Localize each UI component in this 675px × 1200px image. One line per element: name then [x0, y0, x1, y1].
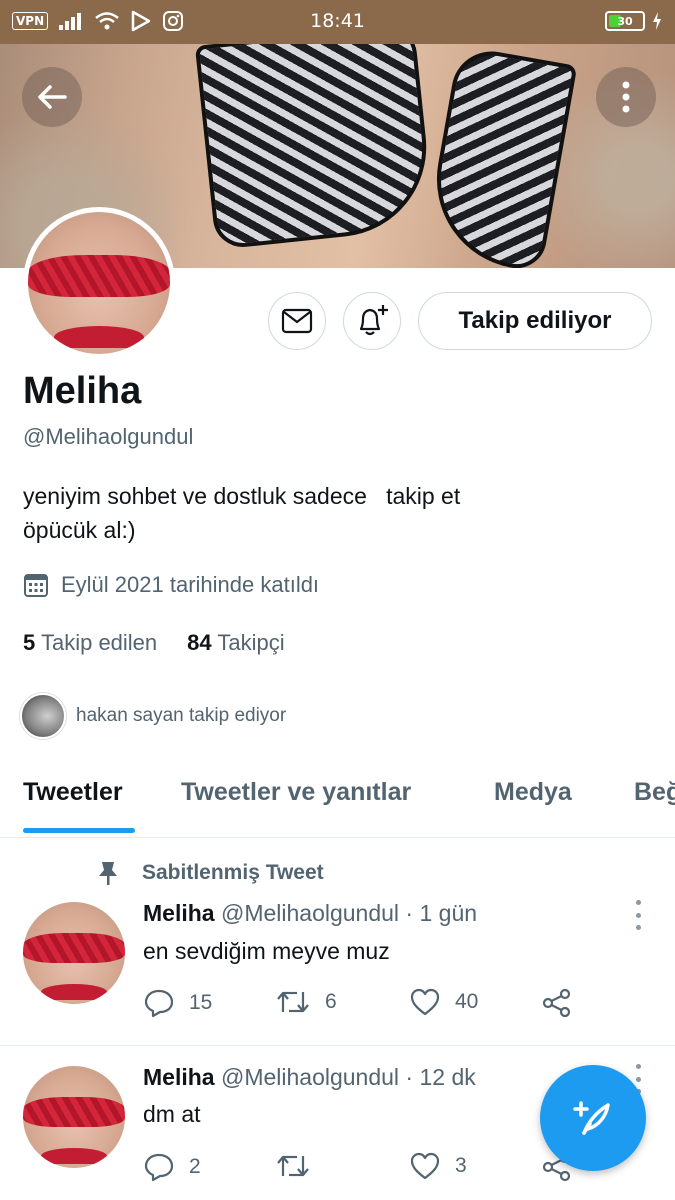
reply-count: 15: [189, 991, 213, 1014]
profile-avatar[interactable]: [23, 207, 175, 359]
like-button[interactable]: 40: [409, 988, 478, 1016]
following-link[interactable]: 5 Takip edilen: [23, 630, 157, 656]
pin-icon: [99, 862, 117, 885]
charging-icon: [653, 12, 661, 30]
followers-count: 84: [187, 630, 212, 655]
reply-count: 2: [189, 1155, 201, 1178]
tweet-meta: @Melihaolgundul · 1 gün: [220, 900, 478, 926]
tweet-author[interactable]: Meliha: [143, 1064, 215, 1090]
retweet-icon: [277, 1155, 309, 1177]
follow-stats: 5 Takip edilen 84 Takipçi: [23, 630, 285, 656]
reply-icon: [144, 1153, 174, 1182]
mail-icon: [281, 308, 313, 334]
battery-level: 30: [617, 14, 633, 28]
tab-tweets-replies[interactable]: Tweetler ve yanıtlar: [181, 778, 411, 807]
tweet-meta: @Melihaolgundul · 12 dk: [220, 1064, 476, 1090]
status-time: 18:41: [310, 10, 365, 32]
retweet-button[interactable]: 6: [275, 988, 337, 1016]
share-button[interactable]: [541, 988, 573, 1018]
tweet-avatar[interactable]: [23, 902, 125, 1004]
like-button[interactable]: 3: [409, 1152, 467, 1180]
retweet-button[interactable]: [275, 1152, 325, 1180]
compose-icon: [573, 1101, 610, 1135]
profile-bio: yeniyim sohbet ve dostluk sadece takip e…: [23, 483, 461, 543]
retweet-icon: [277, 991, 309, 1013]
battery-icon: 30: [605, 11, 645, 31]
like-icon: [410, 988, 440, 1016]
tab-likes[interactable]: Beğ: [634, 778, 675, 807]
profile-name: Meliha: [23, 370, 142, 412]
followed-by[interactable]: hakan sayan takip ediyor: [20, 693, 286, 739]
retweet-count: 6: [325, 990, 337, 1013]
followed-by-text: hakan sayan takip ediyor: [76, 705, 287, 726]
status-right: 30: [605, 11, 663, 31]
profile-tabs: Tweetler Tweetler ve yanıtlar Medya Beğ: [0, 770, 675, 838]
followers-link[interactable]: 84 Takipçi: [187, 630, 284, 656]
notifications-button[interactable]: [343, 292, 401, 350]
compose-tweet-button[interactable]: [540, 1065, 646, 1171]
reply-button[interactable]: 2: [143, 1152, 201, 1182]
profile-handle: @Melihaolgundul: [23, 424, 194, 449]
following-button[interactable]: Takip ediliyor: [418, 292, 652, 350]
reply-button[interactable]: 15: [143, 988, 212, 1018]
more-options-button[interactable]: [596, 67, 656, 127]
like-count: 40: [455, 990, 479, 1013]
join-date: Eylül 2021 tarihinde katıldı: [23, 572, 319, 598]
tweet-actions: 2 3: [143, 1152, 583, 1188]
follower-avatar: [20, 693, 66, 739]
calendar-icon: [24, 574, 48, 597]
tweet-text: en sevdiğim meyve muz: [143, 938, 390, 964]
tweet-more-button[interactable]: [628, 900, 648, 930]
like-icon: [410, 1152, 440, 1180]
tab-media[interactable]: Medya: [494, 778, 572, 807]
more-vertical-icon: [622, 81, 630, 113]
message-button[interactable]: [268, 292, 326, 350]
like-count: 3: [455, 1154, 467, 1177]
tweet-header: Meliha @Melihaolgundul · 12 dk: [143, 1064, 476, 1091]
tweet-divider: [0, 1045, 675, 1046]
share-icon: [542, 988, 571, 1018]
tweet-avatar[interactable]: [23, 1066, 125, 1168]
tab-tweets[interactable]: Tweetler: [23, 778, 123, 807]
tweet-author[interactable]: Meliha: [143, 900, 215, 926]
tweet-text: dm at: [143, 1101, 201, 1127]
following-count: 5: [23, 630, 36, 655]
tweet-actions: 15 6 40: [143, 988, 583, 1024]
status-bar: VPN 18:41 30: [0, 0, 675, 44]
bell-plus-icon: [359, 305, 388, 336]
following-label: Takip edilen: [40, 630, 158, 655]
followers-label: Takipçi: [217, 630, 285, 655]
tweet-header: Meliha @Melihaolgundul · 1 gün: [143, 900, 477, 927]
back-button[interactable]: [22, 67, 82, 127]
join-date-text: Eylül 2021 tarihinde katıldı: [61, 572, 320, 597]
reply-icon: [144, 989, 174, 1018]
pinned-text: Sabitlenmiş Tweet: [142, 861, 324, 884]
active-tab-indicator: [23, 828, 135, 833]
pinned-label: Sabitlenmiş Tweet: [96, 860, 324, 886]
back-arrow-icon: [38, 85, 67, 109]
